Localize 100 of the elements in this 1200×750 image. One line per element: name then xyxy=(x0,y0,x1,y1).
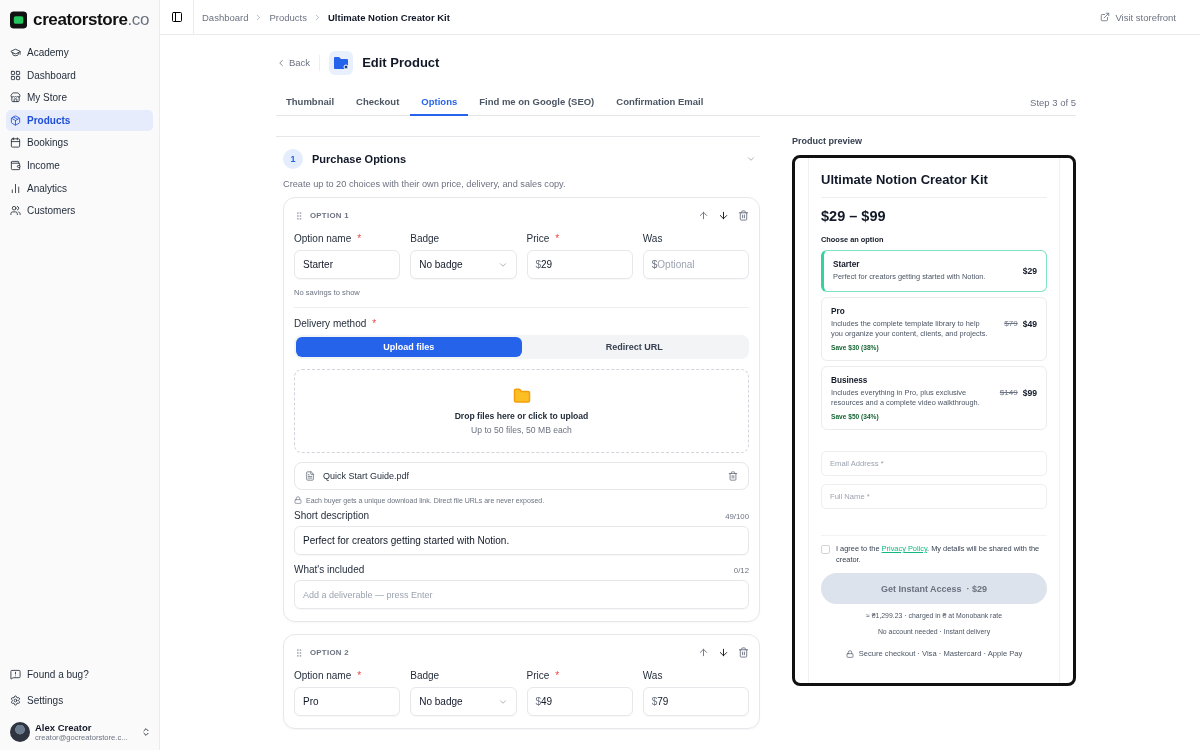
bar-chart-icon xyxy=(10,182,21,194)
panel-icon xyxy=(170,11,183,23)
nav-item[interactable]: Products xyxy=(6,109,153,131)
logo-text: creatorstore.co xyxy=(33,10,149,30)
nav-item[interactable]: Income xyxy=(6,154,153,176)
field-label: Option name xyxy=(294,233,352,244)
nav-item[interactable]: My Store xyxy=(6,87,153,109)
graduation-cap-icon xyxy=(10,47,21,58)
chevron-right-icon xyxy=(313,12,322,22)
price-field[interactable]: $49 xyxy=(526,687,633,716)
user-name: Alex Creator xyxy=(35,722,93,733)
required-mark: * xyxy=(555,233,560,244)
tab[interactable]: Checkout xyxy=(345,89,411,116)
price-field[interactable]: $29 xyxy=(526,250,633,279)
price-range: $29 – $99 xyxy=(821,208,887,224)
delete-icon[interactable] xyxy=(738,647,749,658)
nav-item[interactable]: Bookings xyxy=(6,132,153,154)
field-label: Option name xyxy=(294,670,352,681)
price-field[interactable]: $79 xyxy=(642,687,749,716)
nav-item[interactable]: Customers xyxy=(6,200,153,222)
back-link[interactable]: Back xyxy=(276,54,321,71)
nav-item[interactable]: Settings xyxy=(6,688,153,713)
option-price: $99 xyxy=(1022,387,1037,398)
breadcrumb-link[interactable]: Products xyxy=(269,11,307,23)
file-icon xyxy=(305,471,315,481)
arrow-up-icon[interactable] xyxy=(698,210,709,221)
calendar-icon xyxy=(10,137,21,149)
product-title: Ultimate Notion Creator Kit xyxy=(821,172,1047,198)
arrow-down-icon[interactable] xyxy=(718,647,729,658)
field-label: Price xyxy=(526,670,550,681)
tab[interactable]: Find me on Google (SEO) xyxy=(468,89,606,116)
tab[interactable]: Confirmation Email xyxy=(605,89,715,116)
preview-label: Product preview xyxy=(792,136,864,146)
field-label: Was xyxy=(642,670,663,681)
cta-button[interactable]: Get Instant Access · $29 xyxy=(821,573,1047,605)
field-label: Badge xyxy=(410,670,440,681)
box-icon xyxy=(10,114,21,126)
option-name: Starter xyxy=(833,260,861,269)
option-name: Business xyxy=(831,375,869,385)
nav-item[interactable]: Academy xyxy=(6,42,153,63)
field-label: What's included xyxy=(294,564,365,575)
store-icon xyxy=(10,92,21,104)
nav-item[interactable]: Analytics xyxy=(6,177,153,199)
grid-icon xyxy=(10,69,21,81)
breadcrumb-link[interactable]: Ultimate Notion Creator Kit xyxy=(328,11,450,23)
message-alert-icon xyxy=(10,669,21,681)
breadcrumb-link[interactable]: Dashboard xyxy=(202,11,249,23)
file-name: Quick Start Guide.pdf xyxy=(323,471,410,481)
arrow-down-icon[interactable] xyxy=(718,210,729,221)
required-mark: * xyxy=(357,670,362,681)
option-price: $49 xyxy=(1022,319,1037,329)
section-title: Purchase Options xyxy=(312,153,407,165)
wallet-icon xyxy=(10,159,21,171)
dropzone-title: Drop files here or click to upload xyxy=(454,411,589,421)
tab[interactable]: Options xyxy=(410,89,469,116)
segment-button[interactable]: Redirect URL xyxy=(521,337,747,357)
field-label: Was xyxy=(642,233,663,244)
select-field[interactable]: No badge xyxy=(410,250,517,279)
visit-storefront-link[interactable]: Visit storefront xyxy=(1100,11,1176,23)
arrow-up-icon[interactable] xyxy=(698,647,709,658)
external-link-icon xyxy=(1100,12,1111,22)
field-label: Price xyxy=(526,233,550,244)
old-price: $149 xyxy=(999,387,1018,397)
field-label: Delivery method xyxy=(294,318,367,329)
product-icon xyxy=(329,50,354,75)
nav-item[interactable]: Dashboard xyxy=(6,64,153,86)
lock-icon xyxy=(845,649,854,658)
option-name: Pro xyxy=(831,307,846,316)
segment-button[interactable]: Upload files xyxy=(296,337,522,357)
dropzone-subtitle: Up to 50 files, 50 MB each xyxy=(471,425,572,435)
price-field[interactable]: $Optional xyxy=(642,250,749,279)
folder-icon xyxy=(512,387,531,405)
step-number: 1 xyxy=(283,149,303,169)
chevrons-up-down-icon[interactable] xyxy=(141,727,151,737)
upload-dropzone[interactable]: Drop files here or click to upload Up to 50 files, 50 MB each xyxy=(294,369,749,453)
chevron-left-icon xyxy=(276,57,286,68)
avatar xyxy=(10,722,30,742)
drag-handle-icon[interactable] xyxy=(294,210,304,221)
lock-icon xyxy=(294,496,302,504)
input-field[interactable]: Starter xyxy=(294,250,401,279)
input-field[interactable]: Pro xyxy=(294,687,401,716)
required-mark: * xyxy=(357,233,362,244)
select-field[interactable]: No badge xyxy=(410,687,517,716)
drag-handle-icon[interactable] xyxy=(294,647,304,658)
delete-icon[interactable] xyxy=(728,471,738,481)
required-mark: * xyxy=(555,670,560,681)
input-field[interactable]: Perfect for creators getting started with Notion. xyxy=(294,526,749,555)
nav-item[interactable]: Found a bug? xyxy=(6,662,153,687)
step-indicator: Step 3 of 5 xyxy=(1030,96,1076,108)
page-title: Edit Product xyxy=(362,55,440,70)
old-price: $79 xyxy=(1004,319,1018,328)
logo-icon xyxy=(10,11,28,29)
section-description: Create up to 20 choices with their own price, delivery, and sales copy. xyxy=(283,179,567,189)
users-icon xyxy=(10,205,21,217)
checkbox[interactable] xyxy=(821,544,830,554)
required-mark: * xyxy=(372,318,377,329)
option-price: $29 xyxy=(1022,266,1037,276)
tab[interactable]: Thumbnail xyxy=(276,89,346,116)
settings-icon xyxy=(10,694,21,706)
delete-icon[interactable] xyxy=(738,210,749,221)
